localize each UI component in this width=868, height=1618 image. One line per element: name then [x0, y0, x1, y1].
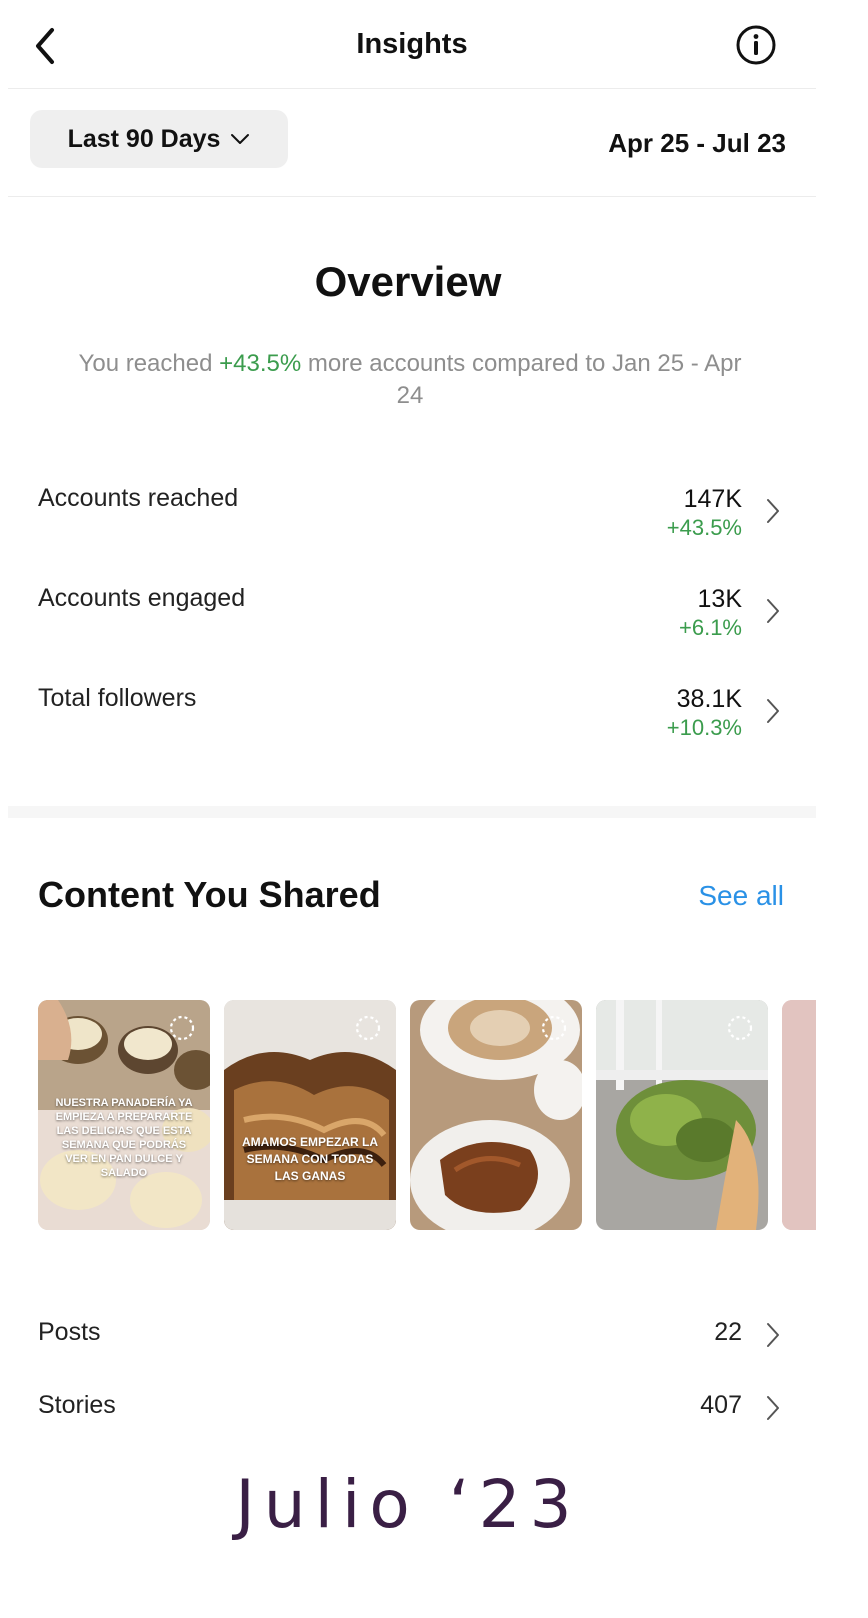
metric-value: 13K — [697, 585, 742, 613]
story-thumbnail[interactable]: AMAMOS EMPEZAR LA SEMANA CON TODAS LAS G… — [224, 1000, 396, 1230]
metric-total-followers[interactable]: Total followers 38.1K +10.3% — [38, 684, 788, 754]
loading-spinner-icon — [541, 1015, 567, 1041]
chevron-right-icon — [767, 1396, 779, 1420]
metric-change: +10.3% — [666, 715, 742, 740]
chevron-right-icon — [767, 599, 779, 623]
count-label: Posts — [38, 1318, 101, 1346]
overview-desc-suffix: more accounts compared to Jan 25 - Apr 2… — [301, 350, 742, 409]
story-caption: AMAMOS EMPEZAR LA SEMANA CON TODAS LAS G… — [242, 1135, 378, 1183]
metric-accounts-reached[interactable]: Accounts reached 147K +43.5% — [38, 484, 788, 554]
metric-value: 147K — [683, 485, 742, 513]
chevron-down-icon — [231, 134, 250, 144]
period-label: Last 90 Days — [67, 124, 221, 153]
period-dropdown[interactable]: Last 90 Days — [30, 110, 288, 168]
count-value: 22 — [714, 1318, 742, 1346]
metric-label: Accounts engaged — [38, 584, 246, 612]
overview-desc-highlight: +43.5% — [219, 350, 302, 377]
date-range: Apr 25 - Jul 23 — [608, 128, 786, 158]
section-divider — [8, 806, 816, 818]
story-thumbnail[interactable] — [596, 1000, 768, 1230]
metric-accounts-engaged[interactable]: Accounts engaged 13K +6.1% — [38, 584, 788, 654]
loading-spinner-icon — [727, 1015, 753, 1041]
see-all-link[interactable]: See all — [698, 880, 784, 912]
filter-row: Last 90 Days Apr 25 - Jul 23 — [8, 88, 816, 197]
loading-spinner-icon — [355, 1015, 381, 1041]
metric-label: Total followers — [38, 684, 197, 712]
stories-row[interactable]: Stories 407 — [38, 1387, 788, 1427]
overview-title: Overview — [314, 258, 502, 305]
info-button[interactable] — [735, 24, 777, 66]
loading-spinner-icon — [169, 1015, 195, 1041]
chevron-right-icon — [767, 499, 779, 523]
metric-change: +6.1% — [679, 615, 742, 640]
page-title: Insights — [356, 28, 468, 60]
story-caption: NUESTRA PANADERÍA YA EMPIEZA A PREPARART… — [55, 1097, 193, 1179]
story-image — [782, 1000, 816, 1230]
overview-description: You reached +43.5% more accounts compare… — [70, 348, 750, 412]
metric-label: Accounts reached — [38, 484, 239, 512]
count-value: 407 — [700, 1391, 742, 1419]
count-label: Stories — [38, 1391, 116, 1419]
metric-value: 38.1K — [676, 685, 742, 713]
posts-row[interactable]: Posts 22 — [38, 1314, 788, 1354]
overview-desc-prefix: You reached — [78, 350, 220, 377]
content-section-title: Content You Shared — [38, 874, 381, 915]
story-thumbnail[interactable]: NUESTRA PANADERÍA YA EMPIEZA A PREPARART… — [38, 1000, 210, 1230]
story-thumbnail[interactable] — [782, 1000, 816, 1230]
story-thumbnail[interactable] — [410, 1000, 582, 1230]
chevron-right-icon — [767, 699, 779, 723]
footer-title: Julio ‘23 — [235, 1466, 581, 1543]
info-icon — [736, 25, 776, 65]
insights-screen: Insights Last 90 Days Apr 25 - Jul 23 Ov… — [0, 0, 816, 1618]
content-carousel[interactable]: NUESTRA PANADERÍA YA EMPIEZA A PREPARART… — [38, 1000, 816, 1232]
chevron-right-icon — [767, 1323, 779, 1347]
top-bar: Insights — [8, 0, 816, 89]
metric-change: +43.5% — [666, 515, 742, 540]
